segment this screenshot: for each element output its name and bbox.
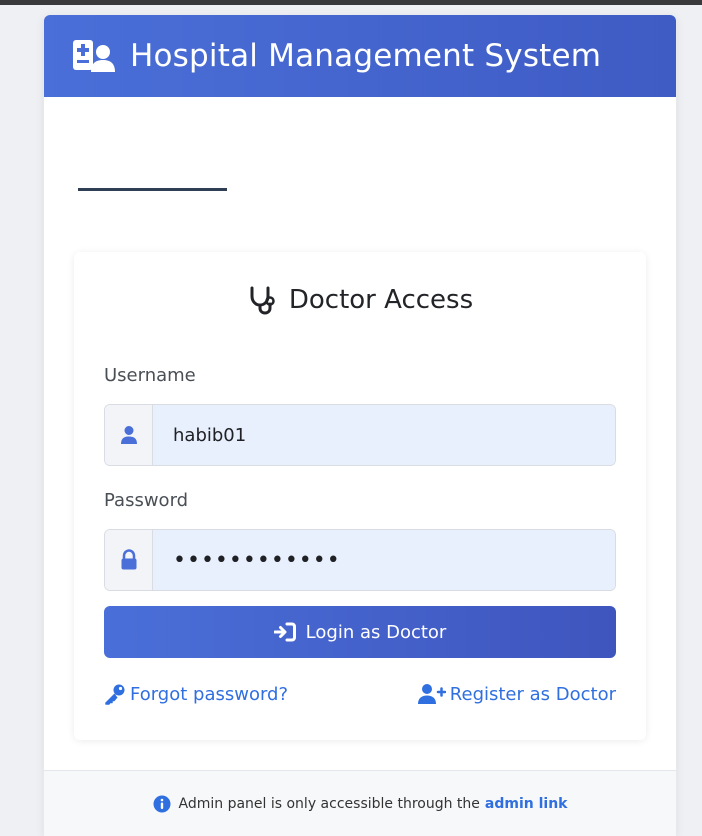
stethoscope-icon bbox=[250, 286, 275, 315]
username-input-group bbox=[104, 404, 616, 466]
login-title-text: Doctor Access bbox=[288, 285, 474, 315]
login-button-label: Login as Doctor bbox=[305, 621, 447, 643]
app-header: Hospital Management System bbox=[44, 15, 676, 97]
key-icon bbox=[105, 684, 125, 705]
window-top-bar bbox=[0, 0, 702, 5]
page-card: Hospital Management System Doctor Access… bbox=[44, 15, 676, 836]
register-doctor-link[interactable]: Register as Doctor bbox=[417, 682, 616, 706]
app-title: Hospital Management System bbox=[130, 38, 602, 74]
user-plus-icon bbox=[417, 684, 446, 704]
password-input-group: •••••••••••• bbox=[104, 529, 616, 591]
footer-notice: Admin panel is only accessible through t… bbox=[44, 770, 676, 836]
lock-icon bbox=[121, 549, 136, 570]
username-label: Username bbox=[104, 365, 196, 386]
footer-text: Admin panel is only accessible through t… bbox=[178, 795, 480, 812]
username-input[interactable] bbox=[153, 405, 615, 465]
username-addon bbox=[105, 405, 153, 465]
login-card-title: Doctor Access bbox=[74, 282, 646, 318]
password-addon bbox=[105, 530, 153, 590]
sign-in-icon bbox=[273, 622, 296, 642]
info-icon bbox=[153, 795, 170, 812]
doctor-login-card: Doctor Access Username Password ••••••••… bbox=[74, 252, 646, 740]
register-doctor-label: Register as Doctor bbox=[449, 683, 616, 705]
login-button[interactable]: Login as Doctor bbox=[104, 606, 616, 658]
password-input[interactable]: •••••••••••• bbox=[153, 530, 615, 590]
user-icon bbox=[120, 426, 137, 444]
forgot-password-link[interactable]: Forgot password? bbox=[104, 682, 288, 706]
decorative-divider bbox=[78, 188, 227, 191]
hospital-user-icon bbox=[73, 40, 115, 72]
admin-link[interactable]: admin link bbox=[485, 796, 568, 812]
forgot-password-label: Forgot password? bbox=[130, 683, 289, 705]
password-label: Password bbox=[104, 490, 189, 511]
